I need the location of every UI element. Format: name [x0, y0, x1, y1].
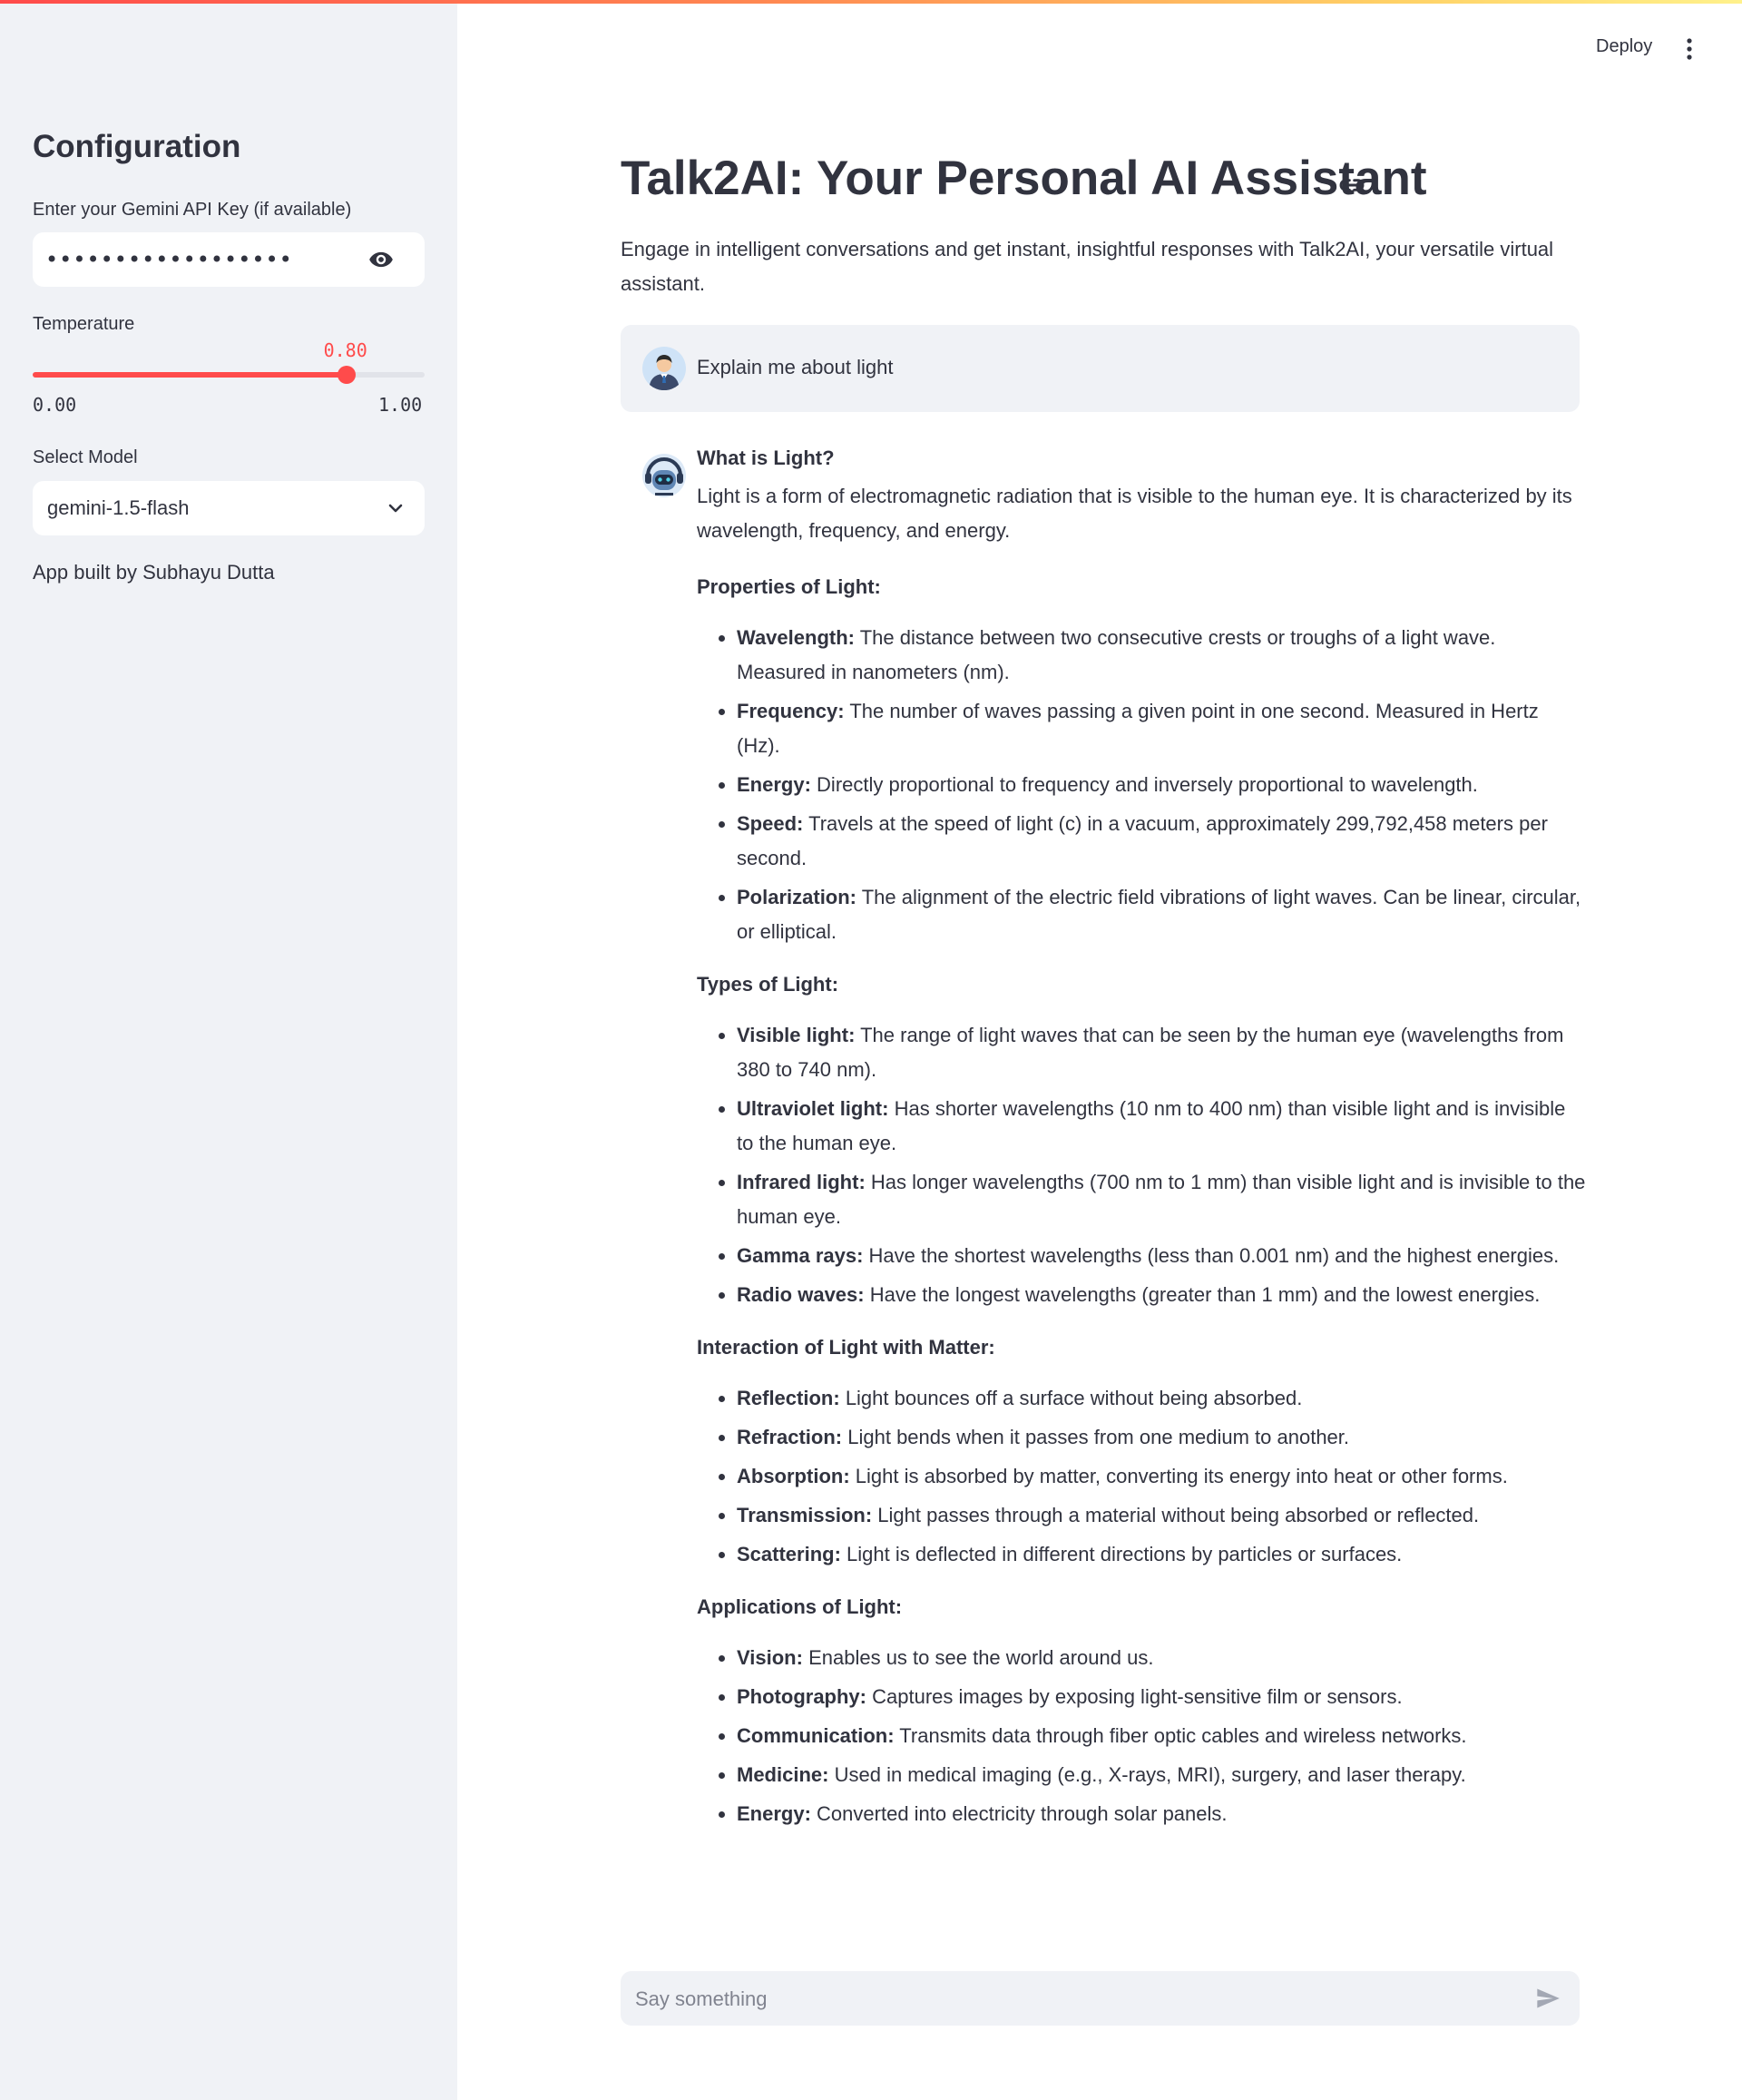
top-decoration-bar — [0, 0, 1742, 4]
sidebar: Configuration Enter your Gemini API Key … — [0, 0, 457, 2100]
api-key-label: Enter your Gemini API Key (if available) — [33, 200, 352, 220]
list-item: Vision: Enables us to see the world arou… — [737, 1641, 1586, 1675]
list-item: Polarization: The alignment of the elect… — [737, 880, 1586, 949]
list-item: Refraction: Light bends when it passes f… — [737, 1420, 1586, 1455]
link-icon[interactable] — [1337, 171, 1366, 200]
list-item-term: Energy: — [737, 1802, 811, 1825]
list-item: Energy: Converted into electricity throu… — [737, 1797, 1586, 1831]
list-item: Reflection: Light bounces off a surface … — [737, 1381, 1586, 1416]
section-list: Vision: Enables us to see the world arou… — [697, 1641, 1586, 1831]
section-heading: Interaction of Light with Matter: — [697, 1336, 995, 1359]
list-item-term: Reflection: — [737, 1387, 840, 1409]
list-item-text: Light is deflected in different directio… — [847, 1543, 1403, 1565]
list-item-text: Captures images by exposing light-sensit… — [872, 1685, 1403, 1708]
list-item-text: Light bounces off a surface without bein… — [845, 1387, 1303, 1409]
slider-thumb[interactable] — [337, 366, 356, 384]
assistant-message-body: What is Light? Light is a form of electr… — [697, 441, 1586, 1850]
list-item-term: Polarization: — [737, 886, 857, 908]
list-item-term: Photography: — [737, 1685, 866, 1708]
list-item-text: Directly proportional to frequency and i… — [817, 773, 1478, 796]
robot-avatar-icon — [642, 454, 686, 497]
list-item: Ultraviolet light: Has shorter wavelengt… — [737, 1092, 1586, 1161]
list-item-term: Speed: — [737, 812, 804, 835]
page-intro: Engage in intelligent conversations and … — [621, 238, 1554, 295]
slider-min-label: 0.00 — [33, 394, 77, 416]
list-item-text: Have the longest wavelengths (greater th… — [869, 1283, 1541, 1306]
list-item: Speed: Travels at the speed of light (c)… — [737, 807, 1586, 876]
more-vertical-icon[interactable] — [1678, 36, 1700, 62]
section-list: Visible light: The range of light waves … — [697, 1018, 1586, 1312]
list-item: Medicine: Used in medical imaging (e.g.,… — [737, 1758, 1586, 1792]
temperature-slider[interactable] — [33, 366, 425, 384]
list-item: Scattering: Light is deflected in differ… — [737, 1537, 1586, 1572]
send-icon[interactable] — [1534, 1986, 1561, 2011]
chat-input[interactable] — [633, 1980, 1499, 2018]
list-item-text: Used in medical imaging (e.g., X-rays, M… — [834, 1763, 1466, 1786]
list-item-text: Light is absorbed by matter, converting … — [855, 1465, 1508, 1487]
list-item-term: Medicine: — [737, 1763, 829, 1786]
section-list: Reflection: Light bounces off a surface … — [697, 1381, 1586, 1572]
list-item-term: Communication: — [737, 1724, 895, 1747]
list-item-term: Ultraviolet light: — [737, 1097, 889, 1120]
temperature-label: Temperature — [33, 314, 135, 334]
temperature-current-value: 0.80 — [323, 339, 367, 361]
list-item: Energy: Directly proportional to frequen… — [737, 768, 1586, 802]
app-credit: App built by Subhayu Dutta — [33, 561, 275, 584]
list-item: Wavelength: The distance between two con… — [737, 621, 1586, 690]
list-item: Photography: Captures images by exposing… — [737, 1680, 1586, 1714]
section-heading: Properties of Light: — [697, 575, 881, 598]
model-select-value[interactable]: gemini-1.5-flash — [47, 496, 190, 520]
list-item-term: Scattering: — [737, 1543, 841, 1565]
list-item-text: Light bends when it passes from one medi… — [847, 1426, 1350, 1448]
list-item-text: Transmits data through fiber optic cable… — [899, 1724, 1467, 1747]
model-select[interactable]: gemini-1.5-flash — [33, 481, 425, 535]
list-item-text: The number of waves passing a given poin… — [737, 700, 1539, 757]
list-item: Infrared light: Has longer wavelengths (… — [737, 1165, 1586, 1234]
sidebar-title: Configuration — [33, 129, 241, 164]
list-item-term: Radio waves: — [737, 1283, 865, 1306]
list-item-term: Absorption: — [737, 1465, 850, 1487]
list-item: Communication: Transmits data through fi… — [737, 1719, 1586, 1753]
section-heading: Types of Light: — [697, 973, 839, 996]
section-heading: Applications of Light: — [697, 1595, 903, 1618]
list-item-term: Refraction: — [737, 1426, 843, 1448]
list-item-term: Frequency: — [737, 700, 845, 722]
list-item-text: Enables us to see the world around us. — [808, 1646, 1154, 1669]
list-item-text: The range of light waves that can be see… — [737, 1024, 1564, 1081]
api-key-field[interactable]: •••••••••••••••••• — [33, 232, 425, 287]
response-title: What is Light? — [697, 446, 835, 469]
list-item-term: Energy: — [737, 773, 811, 796]
list-item-term: Vision: — [737, 1646, 803, 1669]
page-title: Talk2AI: Your Personal AI Assistant — [621, 152, 1427, 205]
section-list: Wavelength: The distance between two con… — [697, 621, 1586, 949]
list-item: Gamma rays: Have the shortest wavelength… — [737, 1239, 1586, 1273]
user-avatar-icon — [642, 347, 686, 390]
list-item: Transmission: Light passes through a mat… — [737, 1498, 1586, 1533]
api-key-masked-value[interactable]: •••••••••••••••••• — [45, 247, 293, 272]
user-message-text: Explain me about light — [697, 356, 894, 378]
list-item-text: Have the shortest wavelengths (less than… — [868, 1244, 1560, 1267]
list-item-term: Wavelength: — [737, 626, 855, 649]
list-item-term: Gamma rays: — [737, 1244, 864, 1267]
slider-max-label: 1.00 — [378, 394, 423, 416]
list-item-term: Transmission: — [737, 1504, 873, 1526]
chat-input-box[interactable] — [621, 1971, 1580, 2026]
slider-fill — [33, 372, 347, 378]
model-label: Select Model — [33, 447, 138, 467]
list-item-text: The alignment of the electric field vibr… — [737, 886, 1581, 943]
eye-icon[interactable] — [367, 247, 396, 272]
response-intro: Light is a form of electromagnetic radia… — [697, 485, 1572, 542]
list-item: Visible light: The range of light waves … — [737, 1018, 1586, 1087]
list-item-text: Travels at the speed of light (c) in a v… — [737, 812, 1548, 869]
list-item-term: Infrared light: — [737, 1171, 866, 1193]
user-chat-message: Explain me about light — [621, 325, 1580, 412]
list-item: Frequency: The number of waves passing a… — [737, 694, 1586, 763]
deploy-button[interactable]: Deploy — [1596, 36, 1652, 57]
chevron-down-icon[interactable] — [387, 499, 405, 517]
list-item-text: Converted into electricity through solar… — [817, 1802, 1228, 1825]
list-item: Radio waves: Have the longest wavelength… — [737, 1278, 1586, 1312]
list-item-term: Visible light: — [737, 1024, 856, 1046]
list-item: Absorption: Light is absorbed by matter,… — [737, 1459, 1586, 1494]
list-item-text: Light passes through a material without … — [877, 1504, 1480, 1526]
